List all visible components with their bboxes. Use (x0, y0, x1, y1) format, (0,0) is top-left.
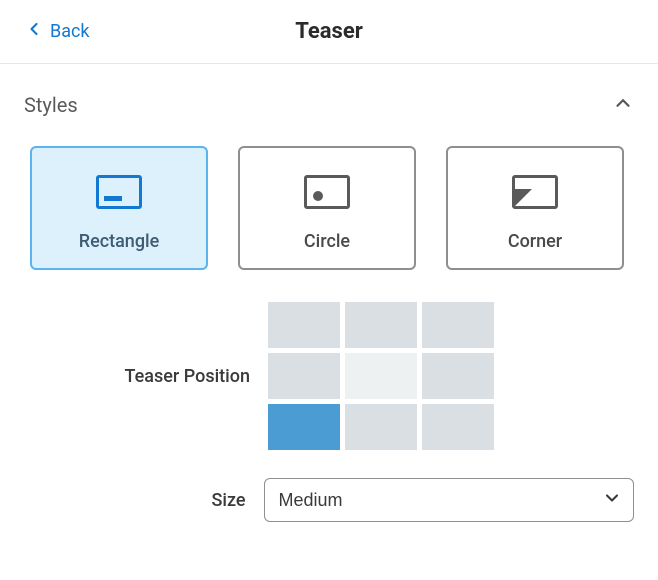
style-option-corner[interactable]: Corner (446, 146, 624, 270)
position-cell-top-right[interactable] (422, 302, 494, 348)
position-cell-middle-center[interactable] (345, 353, 417, 399)
position-cell-top-center[interactable] (345, 302, 417, 348)
style-option-label: Corner (508, 231, 562, 252)
styles-options: Rectangle Circle Corner (24, 146, 634, 270)
style-option-rectangle[interactable]: Rectangle (30, 146, 208, 270)
back-button[interactable]: Back (0, 19, 90, 44)
circle-icon (304, 148, 350, 217)
position-cell-bottom-left[interactable] (268, 404, 340, 450)
size-row: Size Medium (24, 478, 634, 522)
back-label: Back (50, 21, 90, 42)
position-cell-top-left[interactable] (268, 302, 340, 348)
position-label: Teaser Position (24, 366, 268, 387)
style-option-label: Rectangle (79, 231, 160, 252)
corner-icon (512, 148, 558, 217)
styles-section-header[interactable]: Styles (24, 92, 634, 118)
position-cell-middle-left[interactable] (268, 353, 340, 399)
back-arrow-icon (24, 19, 44, 44)
position-cell-middle-right[interactable] (422, 353, 494, 399)
chevron-up-icon (612, 92, 634, 118)
page-title: Teaser (0, 19, 658, 44)
style-option-circle[interactable]: Circle (238, 146, 416, 270)
position-grid (268, 302, 494, 450)
position-cell-bottom-right[interactable] (422, 404, 494, 450)
size-select[interactable]: Medium (264, 478, 634, 522)
styles-section-title: Styles (24, 93, 78, 117)
rectangle-icon (96, 148, 142, 217)
size-label: Size (24, 490, 264, 511)
page-header: Back Teaser (0, 0, 658, 64)
position-row: Teaser Position (24, 302, 634, 450)
style-option-label: Circle (304, 231, 350, 252)
styles-panel: Styles Rectangle Circle Corner Teaser Po… (0, 64, 658, 570)
position-cell-bottom-center[interactable] (345, 404, 417, 450)
